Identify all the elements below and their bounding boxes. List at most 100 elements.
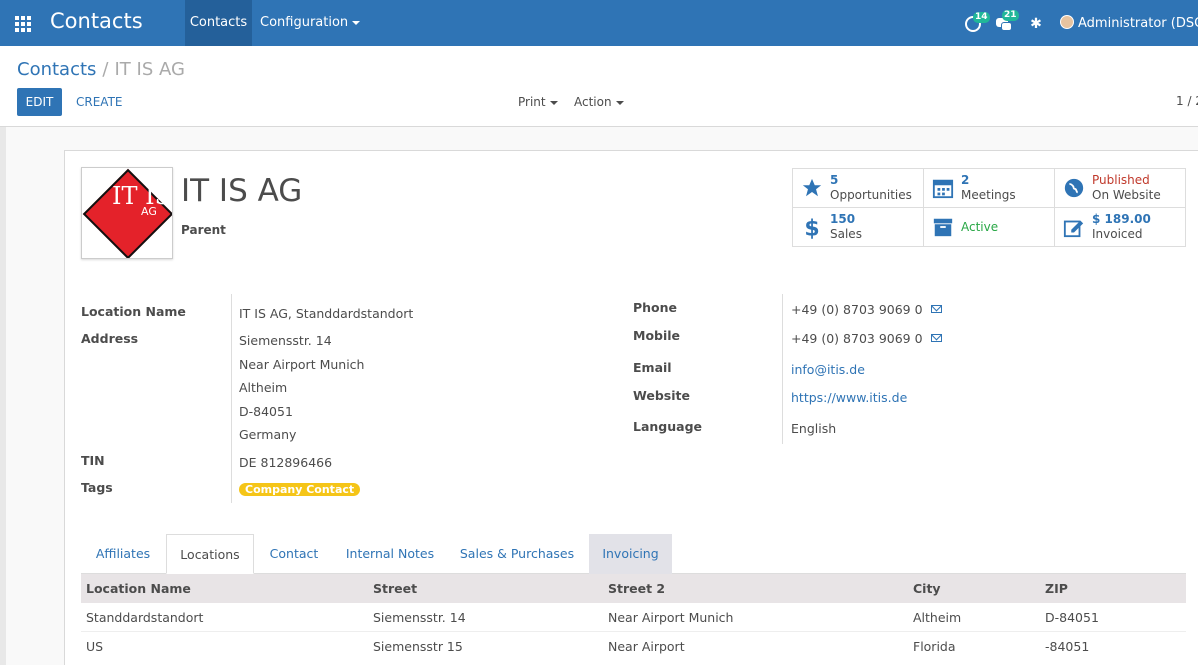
tab-contact[interactable]: Contact xyxy=(256,534,332,574)
address-zip: D-84051 xyxy=(239,404,293,419)
field-divider xyxy=(231,294,232,503)
opportunities-value: 5 xyxy=(830,173,839,187)
app-title: Contacts xyxy=(50,9,143,33)
mobile-field: +49 (0) 8703 9069 0 xyxy=(791,331,942,346)
table-cell[interactable]: Altheim xyxy=(913,610,961,625)
globe-icon xyxy=(1064,178,1084,198)
user-name: Administrator (DSGVO xyxy=(1078,16,1198,31)
opportunities-button[interactable]: 5 Opportunities xyxy=(793,169,924,208)
email-label: Email xyxy=(633,360,672,375)
control-panel: Contacts / IT IS AG EDIT CREATE Print Acti… xyxy=(0,46,1198,127)
menu-configuration-label: Configuration xyxy=(260,15,349,30)
action-label: Action xyxy=(574,95,612,109)
caret-down-icon xyxy=(549,100,558,105)
website-status: Published xyxy=(1092,173,1150,187)
notebook-tabs: Affiliates Locations Contact Internal No… xyxy=(81,534,1186,574)
menu-configuration[interactable]: Configuration xyxy=(252,0,368,46)
column-zip[interactable]: ZIP xyxy=(1045,581,1068,596)
email-link[interactable]: info@itis.de xyxy=(791,362,865,377)
meetings-value: 2 xyxy=(961,173,970,187)
meetings-button[interactable]: 2 Meetings xyxy=(924,169,1055,208)
opportunities-label: Opportunities xyxy=(830,188,912,202)
calendar-icon xyxy=(932,179,954,199)
active-toggle-button[interactable]: Active xyxy=(924,208,1055,247)
phone-label: Phone xyxy=(633,300,678,315)
meetings-label: Meetings xyxy=(961,188,1016,202)
debug-bug-icon[interactable]: ✱ xyxy=(1028,16,1044,32)
dollar-icon: $ xyxy=(804,216,819,239)
breadcrumb: Contacts / IT IS AG xyxy=(17,59,185,80)
activity-clock-icon[interactable]: 14 xyxy=(965,12,990,32)
table-cell[interactable]: Standdardstandort xyxy=(86,610,203,625)
menu-contacts[interactable]: Contacts xyxy=(185,0,252,46)
address-street2: Near Airport Munich xyxy=(239,357,365,372)
sales-value: 150 xyxy=(830,212,856,226)
address-street: Siemensstr. 14 xyxy=(239,333,332,348)
phone-value: +49 (0) 8703 9069 0 xyxy=(791,302,923,317)
invoiced-label: Invoiced xyxy=(1092,227,1143,241)
table-cell[interactable]: Siemensstr. 14 xyxy=(373,610,466,625)
svg-text:$: $ xyxy=(804,216,819,239)
tab-invoicing[interactable]: Invoicing xyxy=(589,534,672,574)
column-location-name[interactable]: Location Name xyxy=(86,581,191,596)
table-cell[interactable]: D-84051 xyxy=(1045,610,1099,625)
left-edge xyxy=(0,127,6,665)
row-divider xyxy=(81,631,1186,632)
breadcrumb-current: IT IS AG xyxy=(114,59,185,80)
mobile-value: +49 (0) 8703 9069 0 xyxy=(791,331,923,346)
website-link[interactable]: https://www.itis.de xyxy=(791,390,907,405)
sales-button[interactable]: $ 150 Sales xyxy=(793,208,924,247)
user-menu[interactable]: Administrator (DSGVO xyxy=(1060,15,1198,31)
send-sms-icon[interactable] xyxy=(930,334,942,342)
active-label: Active xyxy=(961,220,999,234)
column-city[interactable]: City xyxy=(913,581,941,596)
column-street[interactable]: Street xyxy=(373,581,417,596)
print-dropdown[interactable]: Print xyxy=(518,88,558,116)
tab-locations[interactable]: Locations xyxy=(166,534,254,574)
logo-sub: AG xyxy=(141,205,157,218)
address-country: Germany xyxy=(239,427,297,442)
tab-internal-notes[interactable]: Internal Notes xyxy=(335,534,445,574)
location-name-label: Location Name xyxy=(81,304,186,319)
partner-name: IT IS AG xyxy=(181,173,303,209)
tab-affiliates[interactable]: Affiliates xyxy=(81,534,165,574)
edit-button[interactable]: EDIT xyxy=(17,88,62,116)
website-publish-button[interactable]: Published On Website xyxy=(1055,169,1186,208)
apps-menu-icon[interactable] xyxy=(15,16,31,32)
column-street2[interactable]: Street 2 xyxy=(608,581,665,596)
table-cell[interactable]: Siemensstr 15 xyxy=(373,639,463,654)
avatar xyxy=(1060,15,1074,29)
table-cell[interactable]: Near Airport xyxy=(608,639,685,654)
caret-down-icon xyxy=(615,100,624,105)
website-label: Website xyxy=(633,388,690,403)
tag-company-contact[interactable]: Company Contact xyxy=(239,483,361,496)
edit-pencil-icon xyxy=(1063,220,1084,238)
tin-value: DE 812896466 xyxy=(239,455,333,470)
invoiced-value: $ 189.00 xyxy=(1092,212,1151,226)
partner-logo[interactable]: IT IS AG xyxy=(81,167,173,259)
table-cell[interactable]: Near Airport Munich xyxy=(608,610,733,625)
location-name-value: IT IS AG, Standdardstandort xyxy=(239,306,414,321)
top-navbar: Contacts Contacts Configuration 14 21 ✱ … xyxy=(0,0,1198,46)
mobile-label: Mobile xyxy=(633,328,681,343)
partner-type: Parent xyxy=(181,223,226,237)
table-cell[interactable]: Florida xyxy=(913,639,956,654)
activity-count-badge: 14 xyxy=(973,12,990,23)
messages-chat-icon[interactable]: 21 xyxy=(996,10,1019,32)
print-label: Print xyxy=(518,95,546,109)
tab-sales-purchases[interactable]: Sales & Purchases xyxy=(447,534,587,574)
pager-value[interactable]: 1 / 2 xyxy=(1176,94,1198,108)
smart-buttons: 5 Opportunities 2 Meetings Published On … xyxy=(792,168,1186,247)
table-cell[interactable]: -84051 xyxy=(1045,639,1089,654)
messages-count-badge: 21 xyxy=(1002,10,1019,21)
address-label: Address xyxy=(81,331,139,346)
action-dropdown[interactable]: Action xyxy=(574,88,624,116)
create-button[interactable]: CREATE xyxy=(76,88,123,116)
phone-field: +49 (0) 8703 9069 0 xyxy=(791,302,942,317)
table-cell[interactable]: US xyxy=(86,639,103,654)
star-icon xyxy=(802,178,822,197)
invoiced-button[interactable]: $ 189.00 Invoiced xyxy=(1055,208,1186,247)
form-sheet: IT IS AG IT IS AG Parent 5 Opportunities… xyxy=(64,150,1198,665)
send-sms-icon[interactable] xyxy=(930,305,942,313)
breadcrumb-contacts-link[interactable]: Contacts xyxy=(17,59,96,80)
